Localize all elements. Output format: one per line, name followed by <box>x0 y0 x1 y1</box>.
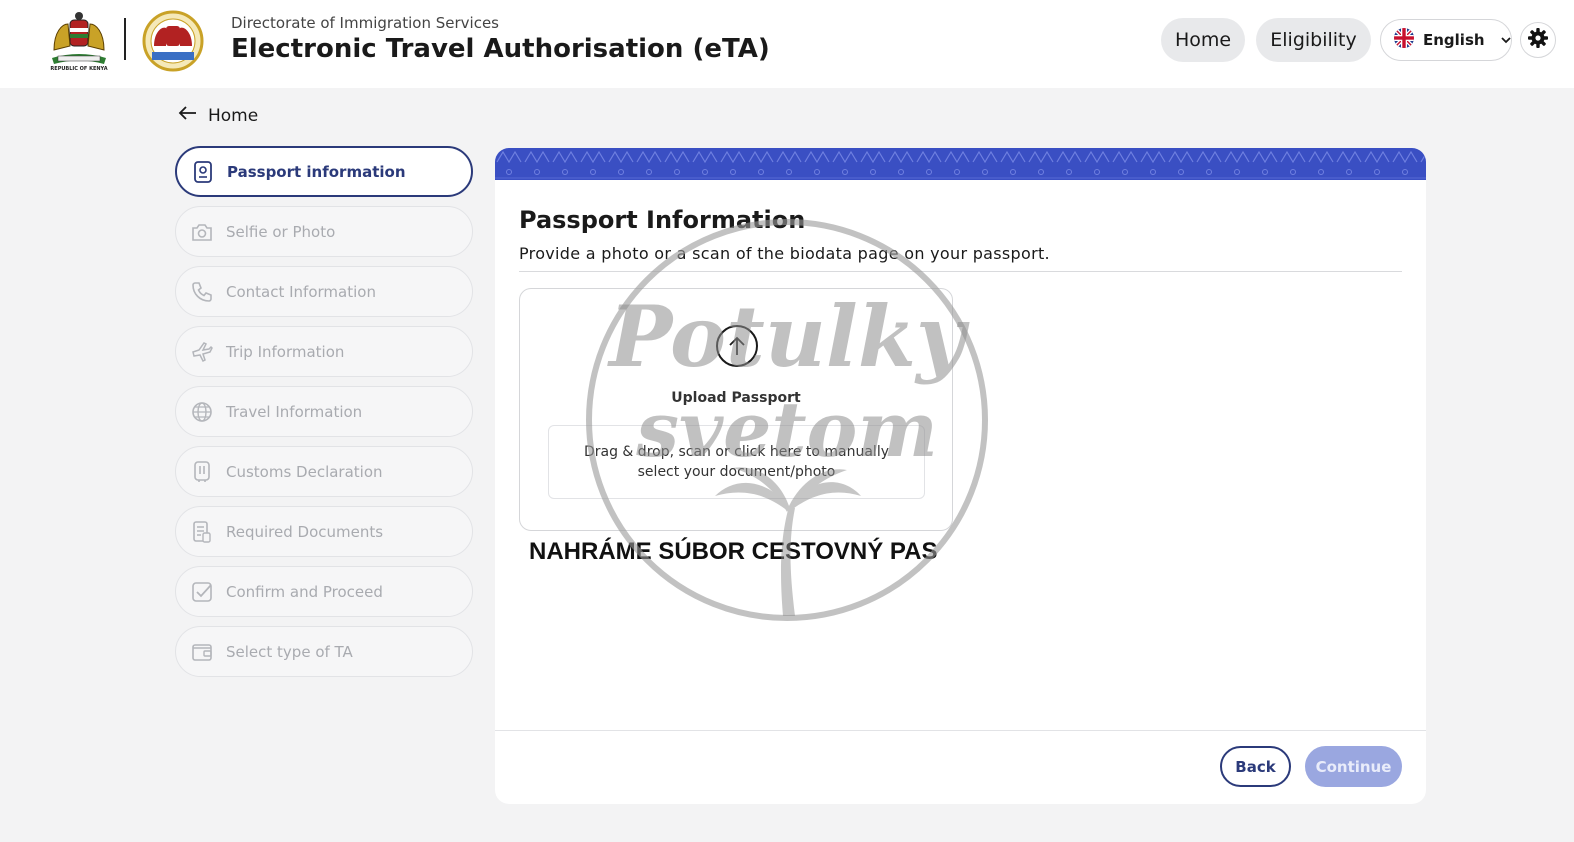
app-title: Electronic Travel Authorisation (eTA) <box>231 34 770 64</box>
section-divider <box>519 271 1402 272</box>
step-label: Required Documents <box>226 522 384 541</box>
footer-divider <box>495 730 1426 731</box>
logo-divider <box>124 18 126 60</box>
step-label: Travel Information <box>226 402 363 421</box>
nav-home-button[interactable]: Home <box>1161 18 1245 62</box>
section-title: Passport Information <box>519 206 806 234</box>
step-label: Customs Declaration <box>226 462 383 481</box>
documents-icon <box>190 520 214 544</box>
back-button[interactable]: Back <box>1220 746 1291 787</box>
step-passport-information[interactable]: Passport information <box>175 146 473 197</box>
passport-form-card: Passport Information Provide a photo or … <box>495 148 1426 804</box>
step-confirm-and-proceed[interactable]: Confirm and Proceed <box>175 566 473 617</box>
step-label: Trip Information <box>226 342 345 361</box>
step-label: Selfie or Photo <box>226 222 336 241</box>
step-label: Passport information <box>227 162 406 181</box>
passport-icon <box>191 160 215 184</box>
airplane-icon <box>190 340 214 364</box>
kenya-coat-of-arms-logo: REPUBLIC OF KENYA <box>48 10 110 74</box>
continue-button[interactable]: Continue <box>1305 746 1402 787</box>
step-label: Contact Information <box>226 282 376 301</box>
camera-icon <box>190 220 214 244</box>
step-travel-information[interactable]: Travel Information <box>175 386 473 437</box>
phone-icon <box>190 280 214 304</box>
coat-caption: REPUBLIC OF KENYA <box>50 66 108 72</box>
globe-icon <box>190 400 214 424</box>
department-name: Directorate of Immigration Services <box>231 14 500 32</box>
arrow-left-icon <box>178 105 198 126</box>
upload-passport-box[interactable]: Upload Passport Drag & drop, scan or cli… <box>519 288 953 531</box>
uk-flag-icon <box>1393 27 1415 53</box>
overlay-caption: NAHRÁME SÚBOR CESTOVNÝ PAS <box>529 538 938 565</box>
step-required-documents[interactable]: Required Documents <box>175 506 473 557</box>
upload-label: Upload Passport <box>671 390 801 406</box>
customs-icon <box>190 460 214 484</box>
top-header: REPUBLIC OF KENYA Directorate of Immigra… <box>0 0 1574 88</box>
step-contact-information[interactable]: Contact Information <box>175 266 473 317</box>
immigration-seal-logo <box>140 10 206 72</box>
gear-icon <box>1527 27 1549 53</box>
section-subtitle: Provide a photo or a scan of the biodata… <box>519 244 1050 263</box>
step-selfie-or-photo[interactable]: Selfie or Photo <box>175 206 473 257</box>
back-home-link[interactable]: Home <box>178 105 258 126</box>
settings-button[interactable] <box>1520 22 1556 58</box>
step-trip-information[interactable]: Trip Information <box>175 326 473 377</box>
step-select-type-of-ta[interactable]: Select type of TA <box>175 626 473 677</box>
step-label: Confirm and Proceed <box>226 582 383 601</box>
nav-eligibility-button[interactable]: Eligibility <box>1256 18 1371 62</box>
upload-arrow-icon <box>716 325 758 367</box>
step-customs-declaration[interactable]: Customs Declaration <box>175 446 473 497</box>
language-selector[interactable]: English <box>1380 19 1512 61</box>
dropzone[interactable]: Drag & drop, scan or click here to manua… <box>548 425 925 499</box>
chevron-down-icon <box>1499 33 1513 47</box>
decorative-banner <box>495 148 1426 180</box>
language-label: English <box>1423 31 1485 49</box>
checkbox-icon <box>190 580 214 604</box>
step-label: Select type of TA <box>226 642 353 661</box>
back-home-label: Home <box>208 105 259 126</box>
wallet-icon <box>190 640 214 664</box>
